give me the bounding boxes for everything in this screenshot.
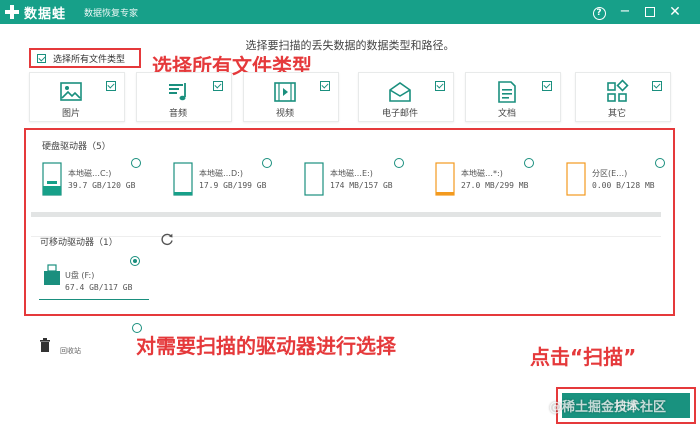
removable-section-title: 可移动驱动器（1） [40, 238, 118, 248]
drive-icon [304, 162, 324, 196]
image-icon [60, 82, 82, 101]
drive-icon [42, 162, 62, 196]
trash-icon [40, 338, 50, 352]
file-type-label: 音频 [168, 109, 187, 119]
drive-radio[interactable] [131, 158, 141, 168]
drive-size: 39.7 GB/120 GB [68, 181, 136, 190]
help-icon: ? [592, 7, 606, 20]
drive-size: 27.0 MB/299 MB [461, 181, 529, 190]
drive-size: 17.9 GB/199 GB [199, 181, 267, 190]
checkbox-icon[interactable] [213, 81, 223, 91]
drive-item[interactable]: 本地磁…E:) 174 MB/157 GB [304, 160, 424, 200]
minimize-button[interactable]: − [615, 2, 635, 22]
drive-size: 174 MB/157 GB [330, 181, 393, 190]
file-type-label: 其它 [607, 109, 626, 119]
logo-icon [5, 5, 19, 19]
drive-item[interactable]: 本地磁…C:) 39.7 GB/120 GB [42, 160, 162, 200]
file-type-other[interactable]: 其它 [575, 72, 671, 122]
drive-icon [435, 162, 455, 196]
video-icon [274, 82, 296, 102]
drive-name: 本地磁…C:) [68, 169, 112, 178]
drive-name: 本地磁…E:) [330, 169, 373, 178]
other-icon [607, 79, 629, 102]
hdd-section-title: 硬盘驱动器（5） [42, 142, 111, 152]
usb-radio[interactable] [130, 256, 140, 266]
drive-radio[interactable] [262, 158, 272, 168]
drive-radio[interactable] [524, 158, 534, 168]
file-type-label: 电子邮件 [381, 109, 418, 119]
drive-name: 本地磁…D:) [199, 169, 243, 178]
drive-name: 本地磁…*:) [461, 169, 503, 178]
refresh-icon[interactable] [160, 232, 174, 246]
annotation-scan: 点击“扫描” [530, 345, 637, 369]
drive-item[interactable]: 分区(E…) 0.00 B/128 MB [566, 160, 686, 200]
select-all-checkbox[interactable]: 选择所有文件类型 [29, 48, 141, 68]
maximize-button[interactable] [640, 2, 660, 22]
drive-item[interactable]: 本地磁…*:) 27.0 MB/299 MB [435, 160, 555, 200]
file-type-label: 文档 [497, 109, 516, 119]
music-icon [169, 83, 186, 101]
close-icon: ✕ [669, 4, 681, 20]
document-icon [498, 81, 516, 103]
maximize-icon [645, 7, 655, 17]
checkbox-icon[interactable] [542, 81, 552, 91]
app-subtitle: 数据恢复专家 [84, 9, 139, 19]
title-bar: 数据蛙 数据恢复专家 ? − ✕ [0, 0, 700, 24]
help-button[interactable]: ? [589, 2, 609, 22]
close-button[interactable]: ✕ [665, 2, 685, 22]
drive-radio[interactable] [655, 158, 665, 168]
usb-icon [44, 264, 60, 285]
drive-icon [566, 162, 586, 196]
minimize-icon: − [619, 4, 631, 19]
drive-size: 0.00 B/128 MB [592, 181, 655, 190]
file-type-video[interactable]: 视频 [243, 72, 339, 122]
checkbox-icon[interactable] [652, 81, 662, 91]
app-window: 数据蛙 数据恢复专家 ? − ✕ 选择要扫描的丢失数据的数据类型和路径。 选择所… [0, 0, 700, 429]
drive-radio[interactable] [394, 158, 404, 168]
drive-item[interactable]: 本地磁…D:) 17.9 GB/199 GB [173, 160, 293, 200]
watermark: @稀土掘金技术社区 [549, 400, 667, 415]
divider [31, 212, 661, 217]
select-all-label: 选择所有文件类型 [53, 54, 126, 65]
divider [31, 236, 661, 237]
file-type-email[interactable]: 电子邮件 [358, 72, 454, 122]
usb-name: U盘 (F:) [65, 271, 95, 280]
annotation-drives: 对需要扫描的驱动器进行选择 [136, 334, 396, 358]
file-type-document[interactable]: 文档 [465, 72, 561, 122]
file-type-image[interactable]: 图片 [29, 72, 125, 122]
file-type-label: 视频 [275, 109, 294, 119]
recycle-bin-label[interactable]: 回收站 [60, 346, 81, 356]
checkbox-icon [37, 53, 46, 63]
checkbox-icon[interactable] [320, 81, 330, 91]
file-type-audio[interactable]: 音频 [136, 72, 232, 122]
usb-size: 67.4 GB/117 GB [65, 283, 133, 292]
drive-icon [173, 162, 193, 196]
drive-name: 分区(E…) [592, 169, 628, 178]
email-icon [389, 82, 411, 102]
file-type-label: 图片 [61, 109, 80, 119]
checkbox-icon[interactable] [435, 81, 445, 91]
app-name: 数据蛙 [24, 7, 67, 22]
checkbox-icon[interactable] [106, 81, 116, 91]
